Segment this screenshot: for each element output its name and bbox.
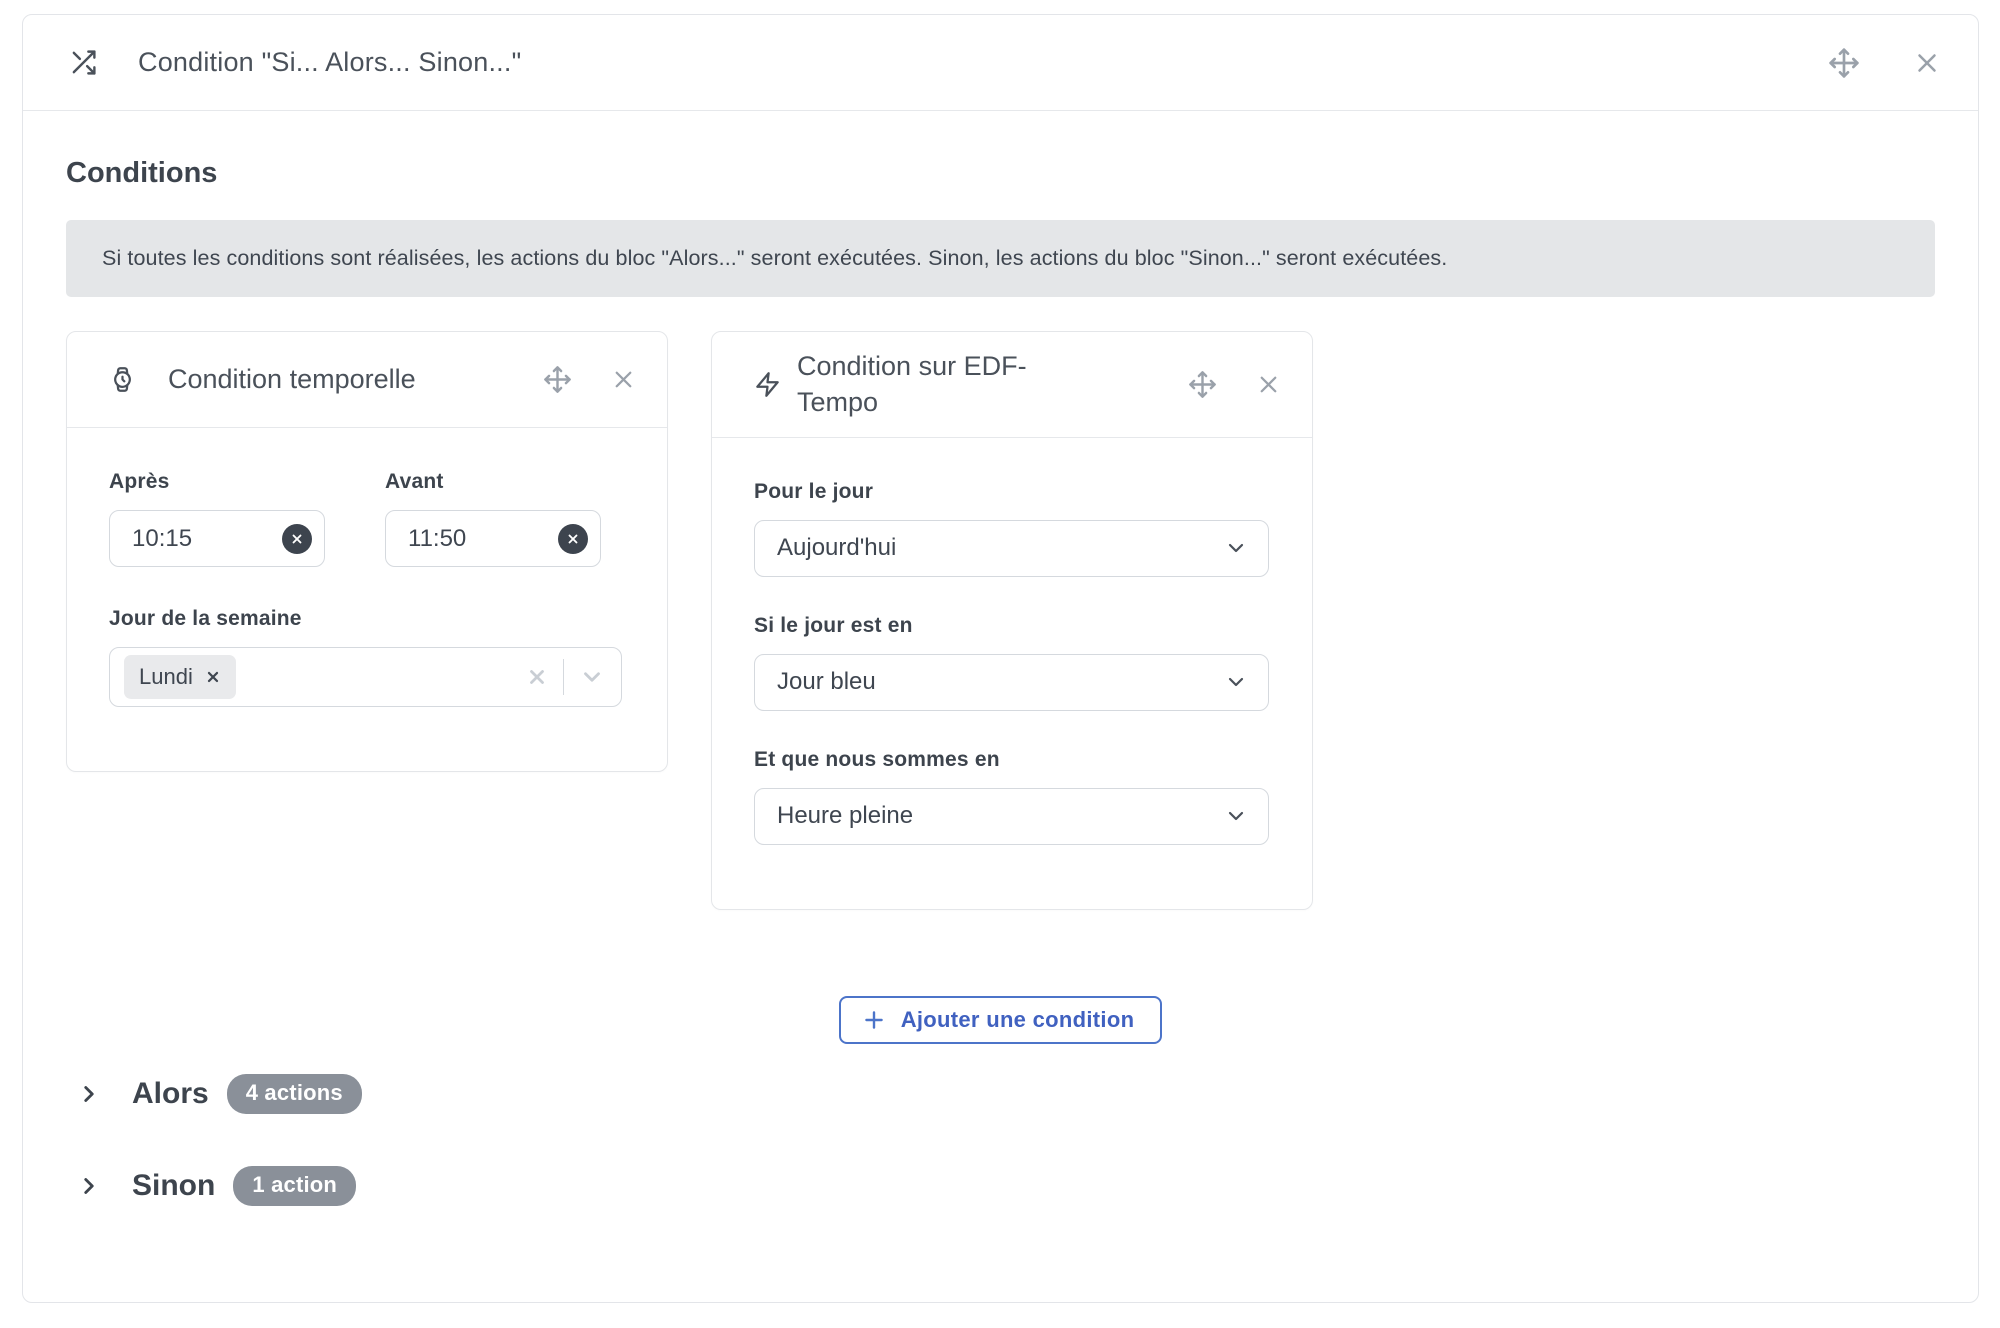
- color-select-block: Si le jour est en Jour bleu: [754, 614, 1270, 711]
- add-condition-row: Ajouter une condition: [66, 995, 1935, 1044]
- before-input-wrap: [385, 510, 601, 567]
- hour-select-block: Et que nous sommes en Heure pleine: [754, 748, 1270, 845]
- weekday-field-block: Jour de la semaine Lundi: [109, 607, 625, 707]
- dialog-body: Conditions Si toutes les conditions sont…: [23, 157, 1978, 1206]
- card-condition-temporelle: Condition temporelle Après 10:15 Avant 1…: [66, 331, 668, 772]
- card-condition-edf-tempo: Condition sur EDF-Tempo Pour le jour Auj…: [711, 331, 1313, 910]
- day-select-block: Pour le jour Aujourd'hui: [754, 480, 1270, 577]
- chevron-down-icon: [1224, 804, 1248, 828]
- hour-select[interactable]: Heure pleine: [754, 787, 1269, 845]
- after-label: Après: [109, 470, 170, 493]
- weekday-label: Jour de la semaine: [109, 607, 302, 630]
- card-body: Pour le jour Aujourd'hui Si le jour est …: [712, 438, 1312, 909]
- clear-circle-icon[interactable]: [282, 523, 312, 554]
- actions-count-badge: 4 actions: [226, 1073, 362, 1114]
- chevron-down-icon[interactable]: [579, 664, 605, 690]
- add-condition-button[interactable]: Ajouter une condition: [838, 995, 1163, 1044]
- hour-select-value: Heure pleine: [777, 802, 914, 830]
- before-field-block: Avant: [385, 470, 601, 567]
- branch-alors[interactable]: Alors 4 actions: [76, 1073, 1935, 1114]
- close-icon[interactable]: [1255, 371, 1282, 398]
- card-title: Condition temporelle: [168, 364, 416, 395]
- card-header: Condition sur EDF-Tempo: [712, 332, 1312, 438]
- after-field-block: Après: [109, 470, 325, 567]
- zap-icon: [754, 371, 781, 398]
- card-body: Après Avant: [67, 428, 667, 771]
- close-icon[interactable]: [1912, 48, 1942, 78]
- clear-circle-icon[interactable]: [558, 523, 588, 554]
- divider: [563, 659, 564, 695]
- conditions-info-box: Si toutes les conditions sont réalisées,…: [66, 220, 1935, 297]
- condition-cards-row: Condition temporelle Après 10:15 Avant 1…: [66, 331, 1935, 910]
- after-input-wrap: [109, 510, 325, 567]
- plus-icon: [861, 1007, 887, 1033]
- move-icon[interactable]: [1188, 370, 1217, 399]
- card-header: Condition temporelle: [67, 332, 667, 428]
- chevron-down-icon: [1224, 536, 1248, 560]
- chevron-right-icon: [76, 1081, 102, 1107]
- actions-count-badge: 1 action: [233, 1165, 357, 1206]
- color-select-value: Jour bleu: [777, 668, 876, 696]
- watch-icon: [109, 366, 136, 393]
- conditions-heading: Conditions: [66, 157, 218, 189]
- color-select-label: Si le jour est en: [754, 613, 913, 637]
- close-icon[interactable]: [610, 366, 637, 393]
- dialog-header: Condition "Si... Alors... Sinon...": [23, 15, 1978, 111]
- multiselect-controls: [526, 659, 605, 695]
- dialog-title: Condition "Si... Alors... Sinon...": [138, 47, 522, 77]
- card-title: Condition sur EDF-Tempo: [797, 351, 1027, 418]
- weekday-tag: Lundi: [124, 655, 236, 699]
- time-fields-row: Après Avant: [109, 470, 625, 567]
- before-label: Avant: [385, 470, 444, 493]
- day-select[interactable]: Aujourd'hui: [754, 519, 1269, 577]
- tag-remove-icon[interactable]: [205, 669, 221, 685]
- add-condition-label: Ajouter une condition: [900, 1006, 1135, 1032]
- hour-select-label: Et que nous sommes en: [754, 747, 1000, 771]
- chevron-right-icon: [76, 1173, 102, 1199]
- color-select[interactable]: Jour bleu: [754, 653, 1269, 711]
- condition-dialog: Condition "Si... Alors... Sinon..." Cond…: [22, 14, 1979, 1303]
- branch-sinon[interactable]: Sinon 1 action: [76, 1165, 1935, 1206]
- branch-label: Alors: [132, 1076, 209, 1110]
- weekday-tag-label: Lundi: [139, 664, 193, 689]
- clear-all-icon[interactable]: [526, 666, 548, 688]
- day-select-label: Pour le jour: [754, 479, 874, 503]
- shuffle-icon: [69, 48, 98, 77]
- weekday-multiselect[interactable]: Lundi: [109, 647, 622, 707]
- move-icon[interactable]: [543, 365, 572, 394]
- branch-label: Sinon: [132, 1168, 216, 1202]
- move-icon[interactable]: [1828, 47, 1860, 79]
- chevron-down-icon: [1224, 670, 1248, 694]
- day-select-value: Aujourd'hui: [777, 534, 897, 562]
